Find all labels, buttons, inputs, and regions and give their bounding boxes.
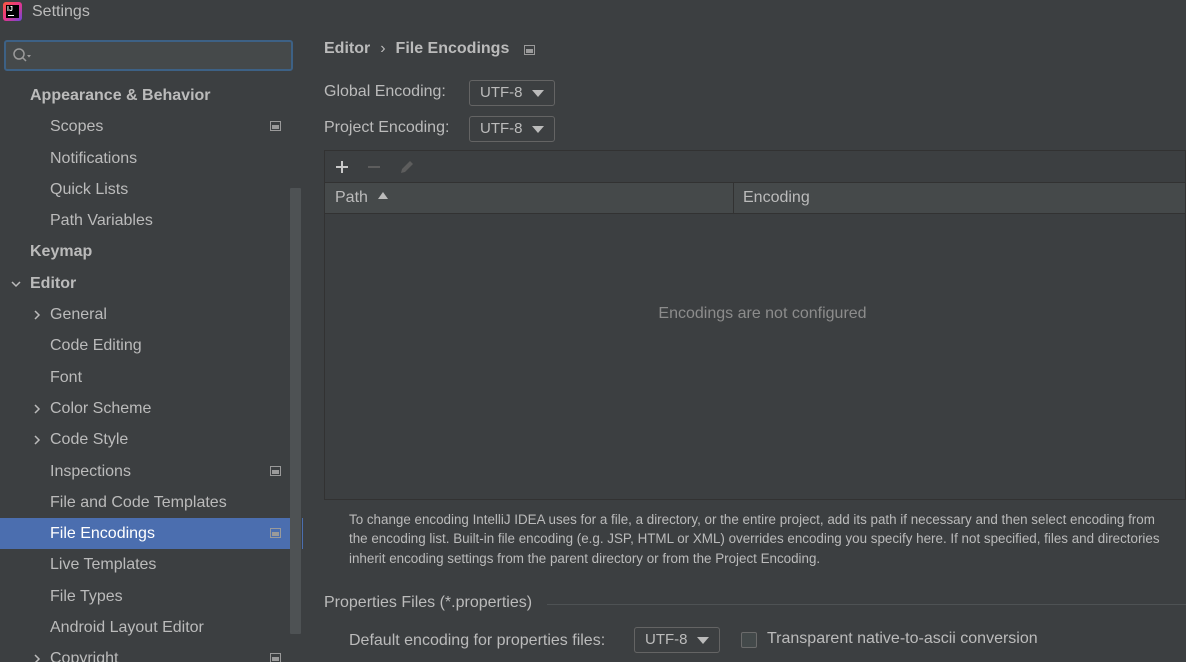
dropdown-arrow-icon — [697, 637, 709, 644]
chevron-down-icon[interactable] — [10, 278, 22, 290]
settings-tree: Appearance & Behavior Scopes Notificatio… — [0, 80, 303, 662]
sidebar-item-quick-lists[interactable]: Quick Lists — [0, 174, 290, 205]
sidebar-item-label: Code Style — [50, 431, 129, 449]
help-text-line: the encoding list. Built-in file encodin… — [349, 531, 1160, 547]
empty-table-message: Encodings are not configured — [658, 305, 867, 322]
properties-section-title: Properties Files (*.properties) — [324, 594, 533, 611]
sidebar-item-label: Live Templates — [50, 556, 157, 574]
sidebar-item-font[interactable]: Font — [0, 362, 290, 393]
sidebar-item-label: Copyright — [50, 650, 119, 662]
sidebar-item-label: Editor — [30, 274, 77, 292]
edit-pencil-icon[interactable] — [397, 157, 417, 177]
project-settings-icon — [270, 121, 281, 132]
dropdown-arrow-icon — [532, 90, 544, 97]
sort-ascending-icon — [377, 192, 388, 200]
encodings-table-panel: Path Encoding Encodings are not configur… — [324, 150, 1186, 500]
settings-sidebar: Appearance & Behavior Scopes Notificatio… — [0, 26, 303, 662]
remove-icon[interactable] — [364, 157, 384, 177]
search-icon — [13, 48, 31, 62]
column-header-label: Encoding — [743, 189, 810, 206]
sidebar-item-color-scheme[interactable]: Color Scheme — [0, 393, 290, 424]
sidebar-item-label: Appearance & Behavior — [30, 87, 211, 104]
project-settings-icon — [270, 465, 281, 476]
global-encoding-value: UTF-8 — [480, 84, 523, 101]
sidebar-item-label: Font — [50, 368, 83, 386]
chevron-right-icon[interactable] — [31, 403, 43, 415]
global-encoding-label: Global Encoding: — [324, 83, 446, 100]
transparent-conversion-checkbox[interactable] — [741, 632, 757, 648]
transparent-conversion-label[interactable]: Transparent native-to-ascii conversion — [767, 630, 1038, 648]
chevron-right-icon[interactable] — [31, 434, 43, 446]
sidebar-scrollbar-thumb[interactable] — [290, 188, 301, 634]
intellij-logo-icon: IJ — [3, 2, 22, 21]
chevron-right-icon[interactable] — [31, 309, 43, 321]
column-header-label: Path — [335, 189, 368, 206]
window-title: Settings — [32, 3, 90, 20]
help-text-line: inherit encoding settings from the paren… — [349, 550, 821, 566]
sidebar-item-android-layout-editor[interactable]: Android Layout Editor — [0, 612, 290, 643]
sidebar-item-label: File Types — [50, 587, 123, 605]
column-header-encoding[interactable]: Encoding — [743, 183, 810, 213]
section-divider — [547, 604, 1186, 605]
help-text-line: To change encoding IntelliJ IDEA uses fo… — [349, 512, 1155, 527]
sidebar-item-code-editing[interactable]: Code Editing — [0, 330, 290, 361]
column-divider[interactable] — [733, 183, 734, 213]
sidebar-item-label: Keymap — [30, 243, 93, 261]
sidebar-item-label: Scopes — [50, 118, 104, 136]
project-encoding-select[interactable]: UTF-8 — [469, 116, 555, 142]
table-body[interactable]: Encodings are not configured — [325, 214, 1185, 499]
settings-content: Editor › File Encodings Global Encoding: U… — [303, 26, 1186, 662]
sidebar-item-live-templates[interactable]: Live Templates — [0, 549, 290, 580]
sidebar-item-path-variables[interactable]: Path Variables — [0, 205, 290, 236]
sidebar-item-label: General — [50, 306, 107, 324]
sidebar-item-label: Inspections — [50, 462, 131, 480]
search-input[interactable] — [38, 45, 282, 67]
project-settings-icon — [524, 45, 535, 55]
project-encoding-label: Project Encoding: — [324, 119, 450, 136]
sidebar-item-label: Notifications — [50, 149, 138, 167]
properties-encoding-value: UTF-8 — [645, 631, 688, 648]
sidebar-item-label: File Encodings — [50, 525, 155, 543]
breadcrumb: Editor › File Encodings — [324, 40, 509, 58]
table-toolbar — [325, 151, 1185, 183]
breadcrumb-separator: › — [380, 40, 386, 57]
global-encoding-select[interactable]: UTF-8 — [469, 80, 555, 106]
sidebar-item-file-code-templates[interactable]: File and Code Templates — [0, 487, 290, 518]
breadcrumb-parent[interactable]: Editor — [324, 40, 370, 57]
sidebar-item-scopes[interactable]: Scopes — [0, 111, 290, 142]
sidebar-item-code-style[interactable]: Code Style — [0, 424, 290, 455]
sidebar-item-copyright[interactable]: Copyright — [0, 643, 290, 662]
table-header: Path Encoding — [325, 183, 1185, 214]
sidebar-item-file-encodings[interactable]: File Encodings — [0, 518, 303, 550]
sidebar-item-label: Code Editing — [50, 337, 142, 355]
project-settings-icon — [270, 653, 281, 662]
sidebar-item-label: Path Variables — [50, 212, 153, 230]
sidebar-item-general[interactable]: General — [0, 299, 290, 330]
project-settings-icon — [270, 528, 281, 539]
project-encoding-value: UTF-8 — [480, 120, 523, 137]
sidebar-item-label: File and Code Templates — [50, 493, 227, 511]
chevron-right-icon[interactable] — [31, 653, 43, 662]
sidebar-item-inspections[interactable]: Inspections — [0, 456, 290, 487]
add-icon[interactable] — [332, 157, 352, 177]
help-text: To change encoding IntelliJ IDEA uses fo… — [349, 510, 1186, 568]
dropdown-arrow-icon — [532, 126, 544, 133]
sidebar-item-editor[interactable]: Editor — [0, 268, 290, 299]
sidebar-item-file-types[interactable]: File Types — [0, 581, 290, 612]
properties-encoding-label: Default encoding for properties files: — [349, 632, 606, 649]
title-bar: IJ Settings — [0, 0, 1186, 26]
settings-search[interactable] — [4, 40, 293, 71]
sidebar-item-keymap[interactable]: Keymap — [0, 236, 290, 267]
sidebar-item-label: Quick Lists — [50, 180, 129, 198]
sidebar-item-label: Android Layout Editor — [50, 619, 204, 637]
sidebar-item-notifications[interactable]: Notifications — [0, 143, 290, 174]
column-header-path[interactable]: Path — [335, 183, 388, 213]
properties-encoding-select[interactable]: UTF-8 — [634, 627, 720, 653]
sidebar-item-label: Color Scheme — [50, 399, 152, 417]
sidebar-item-appearance-behavior[interactable]: Appearance & Behavior — [0, 80, 290, 111]
breadcrumb-current: File Encodings — [395, 40, 510, 57]
